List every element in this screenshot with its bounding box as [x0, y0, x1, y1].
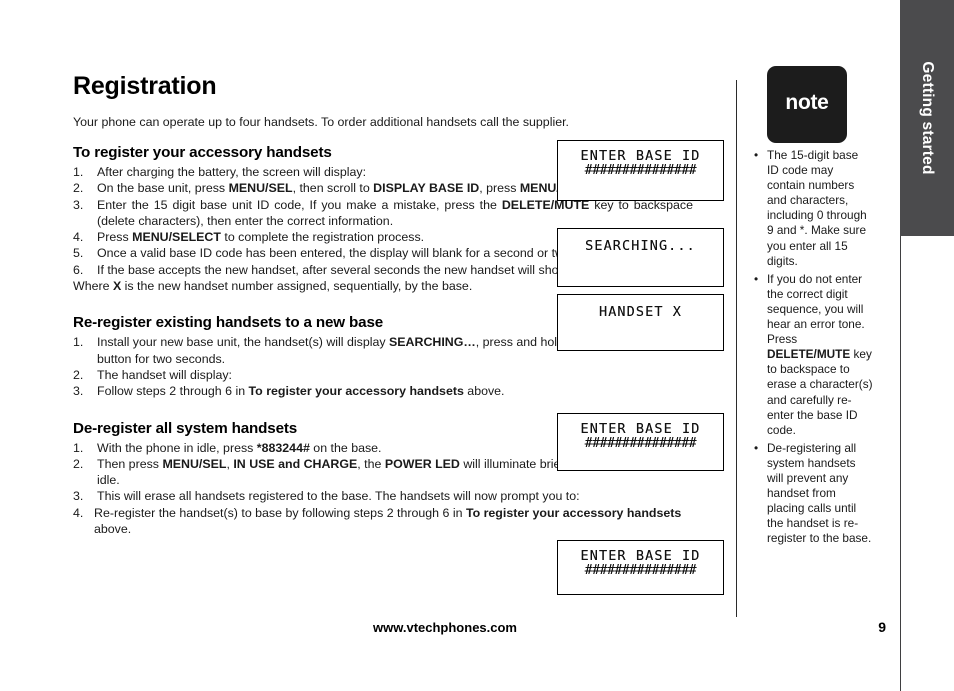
lcd-line-1: ENTER BASE ID — [580, 548, 701, 564]
list-item-text: Press MENU/SELECT to complete the regist… — [97, 230, 425, 245]
note-sidebar-divider — [736, 80, 738, 617]
note-bullet-item: • If you do not enter the correct digit … — [753, 272, 873, 438]
list-item-number: 1. — [73, 440, 84, 455]
note-bullet-text: If you do not enter the correct digit se… — [767, 271, 873, 437]
bullet-icon: • — [754, 271, 759, 286]
note-badge: note — [767, 66, 847, 143]
lcd-screen-handset-x: HANDSET X — [557, 294, 724, 351]
list-item-number: 2. — [73, 367, 84, 382]
list-item-text: After charging the battery, the screen w… — [97, 165, 367, 179]
lcd-line-1: SEARCHING... — [585, 238, 696, 254]
list-item-number: 1. — [73, 165, 84, 179]
lcd-screen-enter-base-id-2: ENTER BASE ID ############### — [557, 413, 724, 471]
list-item-text: Enter the 15 digit base unit ID code, If… — [97, 197, 693, 228]
list-item-number: 2. — [73, 456, 84, 471]
note-bullet-item: • The 15-digit base ID code may contain … — [753, 148, 873, 269]
lcd-screen-enter-base-id-3: ENTER BASE ID ############### — [557, 540, 724, 595]
lcd-screen-enter-base-id-1: ENTER BASE ID ############### — [557, 140, 724, 201]
chapter-tab-label: Getting started — [919, 61, 936, 175]
list-item-number: 6. — [73, 262, 84, 277]
lcd-line-1: ENTER BASE ID — [580, 148, 701, 164]
page-title: Registration — [73, 72, 217, 100]
list-item-text: With the phone in idle, press *883244# o… — [97, 440, 382, 455]
list-item: 3. Follow steps 2 through 6 in To regist… — [73, 383, 693, 399]
list-item-number: 4. — [73, 505, 84, 520]
list-item-number: 1. — [73, 335, 84, 350]
bullet-icon: • — [754, 440, 759, 455]
page-number: 9 — [878, 619, 886, 635]
note-bullet-text: The 15-digit base ID code may contain nu… — [767, 148, 867, 268]
list-item-number: 4. — [73, 230, 84, 245]
list-item: 4. Re-register the handset(s) to base by… — [73, 505, 693, 538]
list-item-number: 3. — [73, 384, 84, 399]
list-item-number: 2. — [73, 181, 84, 196]
note-badge-label: note — [785, 91, 829, 114]
chapter-tab-rule — [900, 236, 901, 691]
note-bullet-list: • The 15-digit base ID code may contain … — [753, 148, 873, 549]
list-item-text: Re-register the handset(s) to base by fo… — [94, 505, 682, 537]
list-item-number: 5. — [73, 246, 84, 261]
bullet-icon: • — [754, 148, 759, 162]
lcd-line-2: ############### — [584, 563, 697, 578]
list-item-number: 3. — [73, 489, 84, 504]
lcd-line-2: ############### — [584, 163, 697, 178]
list-item-text: If the base accepts the new handset, aft… — [97, 262, 571, 277]
chapter-tab: Getting started — [900, 0, 954, 236]
list-item-text: Follow steps 2 through 6 in To register … — [97, 384, 505, 399]
intro-paragraph: Your phone can operate up to four handse… — [73, 115, 569, 129]
list-item-number: 3. — [73, 197, 84, 212]
list-item: 2. The handset will display: — [73, 367, 693, 383]
list-item: 3. This will erase all handsets register… — [73, 488, 693, 504]
lcd-line-2: ############### — [584, 436, 697, 451]
list-item-text: On the base unit, press MENU/SEL, then s… — [97, 181, 587, 196]
lcd-screen-searching: SEARCHING... — [557, 228, 724, 287]
note-bullet-text: De-registering all system handsets will … — [767, 440, 872, 546]
note-bullet-item: • De-registering all system handsets wil… — [753, 441, 873, 547]
lcd-line-1: HANDSET X — [598, 304, 683, 320]
lcd-line-1: ENTER BASE ID — [580, 421, 701, 437]
footer-url[interactable]: www.vtechphones.com — [0, 620, 890, 635]
list-item: 3. Enter the 15 digit base unit ID code,… — [73, 197, 693, 230]
list-item-text: This will erase all handsets registered … — [97, 489, 580, 504]
list-item-text: The handset will display: — [97, 367, 232, 382]
